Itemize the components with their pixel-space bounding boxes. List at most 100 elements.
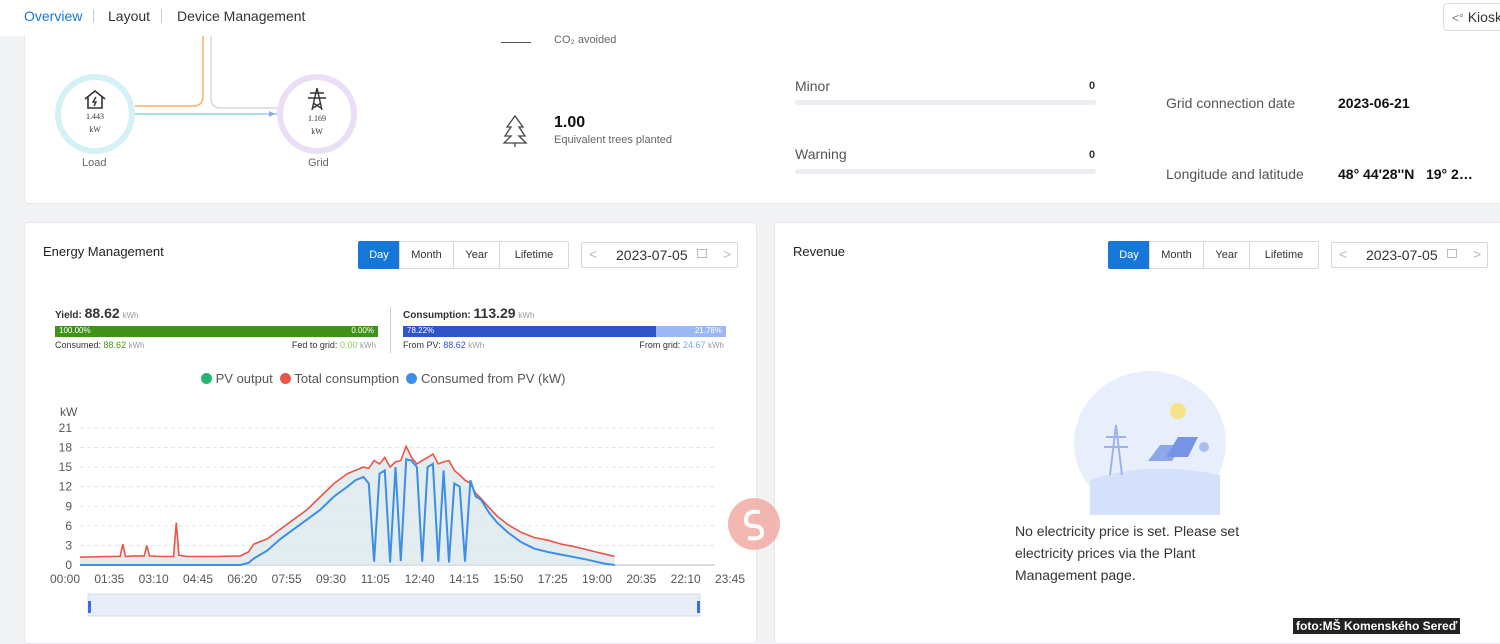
yield-fed-text: Fed to grid: 0.00 kWh: [291, 340, 376, 350]
consumption-grid-pct: 21.78%: [694, 326, 722, 335]
co2-label: CO₂ avoided: [554, 34, 617, 46]
consumption-pv-text: From PV: 88.62 kWh: [403, 340, 485, 350]
y-tick-label: 9: [65, 499, 72, 513]
x-tick-label: 23:45: [715, 572, 745, 586]
zoom-slider-track[interactable]: [87, 593, 701, 617]
y-tick-label: 12: [59, 480, 73, 494]
next-date-icon[interactable]: >: [723, 246, 731, 262]
revenue-tab-year[interactable]: Year: [1203, 241, 1250, 269]
x-tick-label: 19:00: [582, 572, 612, 586]
consumption-grid-text: From grid: 24.67 kWh: [639, 340, 724, 350]
revenue-title: Revenue: [793, 244, 846, 259]
x-tick-label: 12:40: [405, 572, 435, 586]
alarm-warning-label: Warning: [795, 146, 847, 162]
grid-label: Grid: [308, 157, 329, 169]
yield-consumed-pct: 100.00%: [59, 326, 91, 335]
nav-divider: [161, 9, 162, 23]
tab-lifetime[interactable]: Lifetime: [499, 241, 569, 269]
legend-dot-icon: [279, 373, 291, 384]
y-tick-label: 6: [65, 519, 72, 533]
calendar-icon: [697, 249, 707, 258]
revenue-tab-day[interactable]: Day: [1108, 241, 1150, 269]
load-unit: kW: [89, 125, 101, 134]
yield-fed-pct: 0.00%: [351, 326, 374, 335]
revenue-tab-lifetime[interactable]: Lifetime: [1249, 241, 1319, 269]
x-tick-label: 03:10: [139, 572, 169, 586]
nav-divider: [93, 9, 94, 23]
energy-date-picker[interactable]: < 2023-07-05 >: [581, 242, 738, 268]
grid-node[interactable]: 1.169 kW: [277, 74, 357, 154]
yield-heading: Yield: 88.62 kWh: [55, 305, 139, 321]
nav-overview[interactable]: Overview: [24, 8, 82, 24]
alarm-minor-label: Minor: [795, 78, 831, 94]
prev-date-icon[interactable]: <: [589, 246, 597, 262]
yield-consumed-fill: [55, 326, 378, 337]
co2-icon: [501, 38, 531, 43]
tab-month[interactable]: Month: [399, 241, 454, 269]
tree-icon: [501, 114, 529, 153]
grid-value: 1.169: [308, 114, 326, 123]
trees-value: 1.00: [554, 114, 586, 131]
logo-watermark: [728, 498, 780, 550]
legend-pv-output[interactable]: PV output: [201, 371, 273, 386]
y-tick-label: 3: [65, 538, 72, 552]
kiosk-label: Kiosk: [1467, 9, 1500, 25]
x-tick-label: 14:15: [449, 572, 479, 586]
x-tick-label: 15:50: [493, 572, 523, 586]
prev-date-icon[interactable]: <: [1339, 246, 1347, 262]
revenue-date-picker[interactable]: < 2023-07-05 >: [1331, 242, 1488, 268]
x-tick-label: 00:00: [50, 572, 80, 586]
nav-device-management[interactable]: Device Management: [177, 8, 305, 24]
house-icon: [61, 88, 129, 112]
trees-label: Equivalent trees planted: [554, 134, 673, 146]
yield-bar: 100.00% 0.00%: [55, 326, 378, 337]
top-navigation: Overview Layout Device Management <° Kio…: [0, 0, 1500, 36]
x-tick-label: 01:35: [94, 572, 124, 586]
power-line-chart: kW 21 18 15 12 9 6 3 0 00:00 01:35 03:10 04:45 06:2…: [50, 405, 745, 617]
y-tick-label: 21: [59, 421, 73, 435]
alarm-warning-count: 0: [1089, 149, 1096, 161]
grid-unit: kW: [311, 127, 323, 136]
zoom-slider-handle-right[interactable]: [697, 601, 700, 613]
load-node[interactable]: 1.443 kW: [55, 74, 135, 154]
x-tick-label: 11:05: [361, 572, 390, 586]
kiosk-button[interactable]: <° Kiosk: [1443, 3, 1500, 31]
legend-consumed-from-pv[interactable]: Consumed from PV (kW): [406, 371, 565, 386]
grid-connection-date-label: Grid connection date: [1166, 95, 1296, 111]
alarm-minor-count: 0: [1089, 80, 1096, 92]
zoom-slider-handle-left[interactable]: [88, 601, 91, 613]
consumed-from-pv-area: [80, 446, 615, 565]
x-tick-label: 17:25: [538, 572, 568, 586]
revenue-tab-month[interactable]: Month: [1149, 241, 1204, 269]
tab-day[interactable]: Day: [358, 241, 400, 269]
summary-divider: [390, 307, 391, 353]
consumption-heading: Consumption: 113.29 kWh: [403, 305, 535, 321]
legend-dot-icon: [406, 373, 418, 384]
alarm-minor-bar: [795, 100, 1096, 105]
share-icon: <°: [1452, 11, 1464, 25]
revenue-date-value: 2023-07-05: [1366, 247, 1438, 263]
coordinates-value: 48° 44'28''N 19° 2…: [1338, 166, 1473, 182]
x-tick-label: 22:10: [671, 572, 701, 586]
next-date-icon[interactable]: >: [1473, 246, 1481, 262]
x-tick-label: 06:20: [227, 572, 257, 586]
x-tick-label: 07:55: [272, 572, 302, 586]
energy-title: Energy Management: [43, 244, 164, 259]
empty-state-illustration: [1074, 371, 1226, 515]
y-tick-label: 18: [59, 441, 73, 455]
consumption-pv-fill: [403, 326, 656, 337]
y-tick-label: 0: [65, 558, 72, 572]
empty-state-message: No electricity price is set. Please set …: [1015, 523, 1240, 583]
tab-year[interactable]: Year: [453, 241, 500, 269]
coordinates-label: Longitude and latitude: [1166, 166, 1304, 182]
x-tick-label: 20:35: [626, 572, 656, 586]
x-tick-label: 04:45: [183, 572, 213, 586]
legend-total-consumption[interactable]: Total consumption: [279, 371, 399, 386]
photo-credit-watermark: foto:MŠ Komenského Sereď: [1293, 618, 1461, 634]
x-tick-label: 09:30: [316, 572, 346, 586]
load-label: Load: [82, 157, 107, 169]
plant-summary-card: 1.443 kW Load 1.169 kW Grid CO₂ avoided …: [24, 34, 1500, 204]
energy-management-card: Energy Management Day Month Year Lifetim…: [24, 222, 757, 644]
nav-layout[interactable]: Layout: [108, 8, 150, 24]
chart-legend: PV output Total consumption Consumed fro…: [201, 371, 565, 386]
